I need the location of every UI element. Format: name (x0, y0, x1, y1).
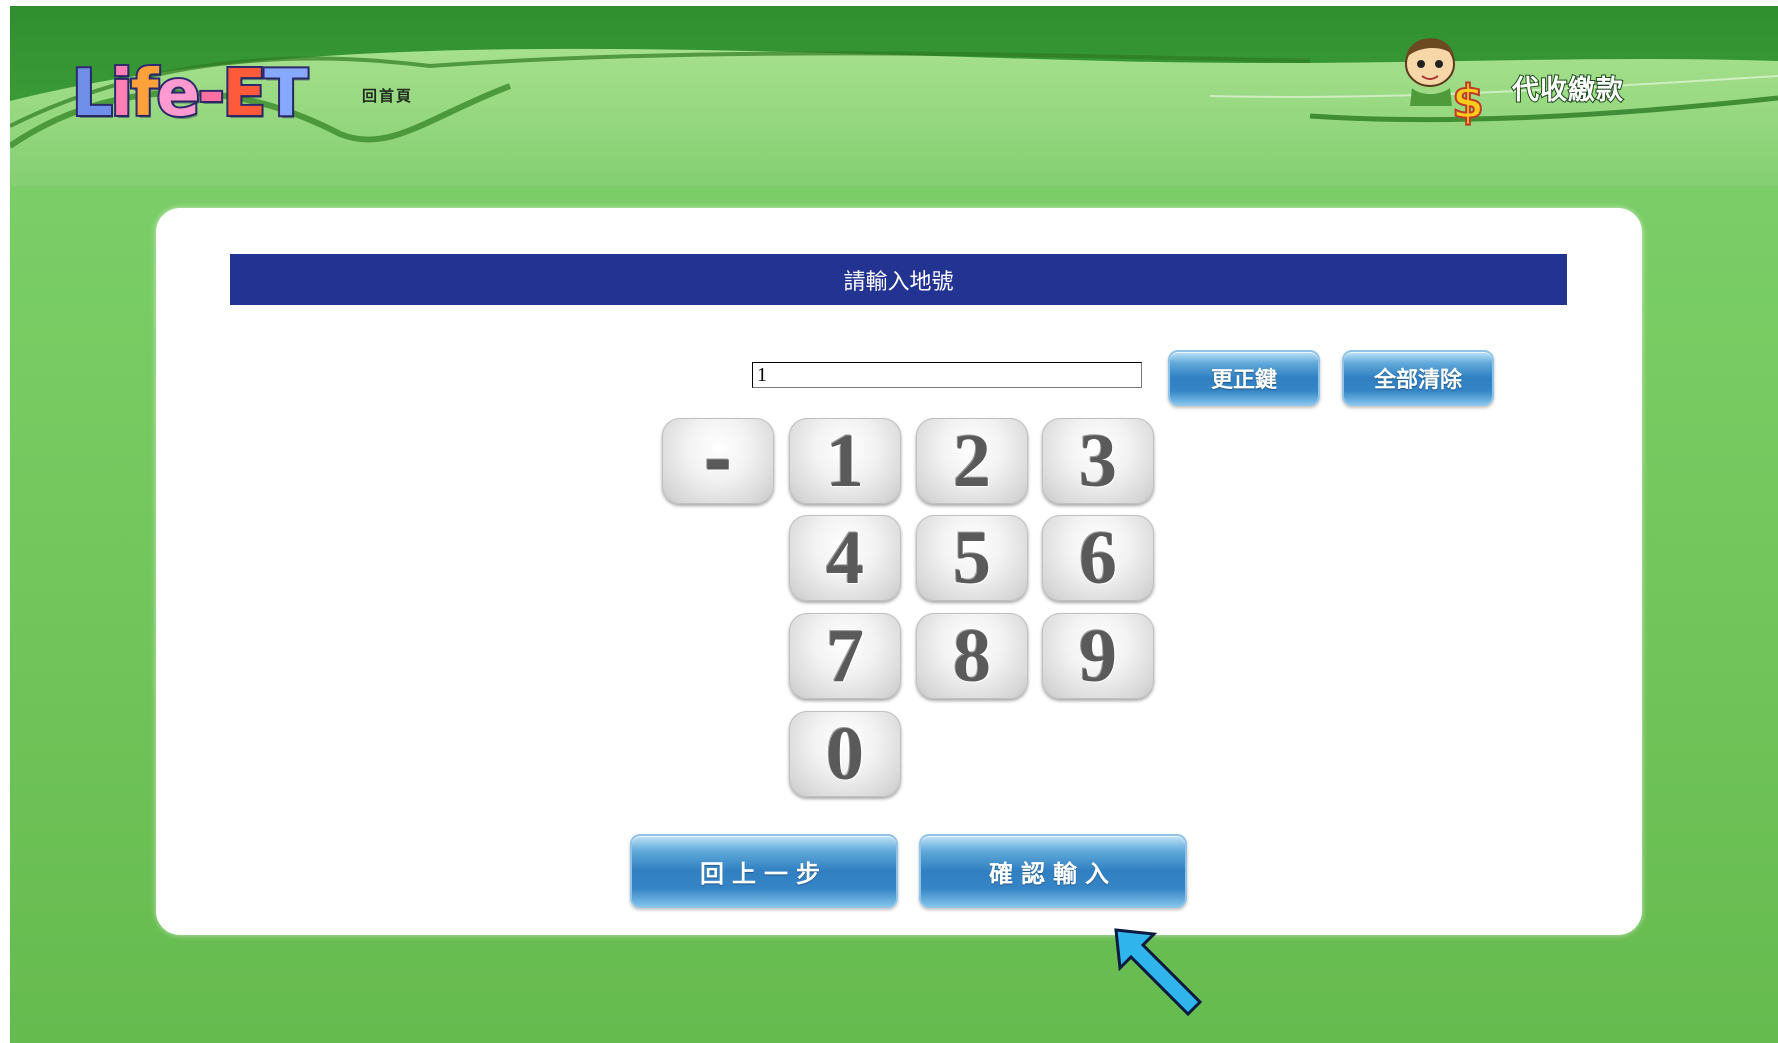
key-7[interactable]: 7 (789, 613, 901, 699)
logo-letter-dash: - (196, 57, 226, 131)
correct-button[interactable]: 更正鍵 (1168, 350, 1320, 406)
land-number-input[interactable] (752, 362, 1142, 388)
logo-letter-i: i (109, 57, 135, 131)
key-4[interactable]: 4 (789, 515, 901, 601)
clear-all-button[interactable]: 全部清除 (1342, 350, 1494, 406)
key-5[interactable]: 5 (916, 515, 1028, 601)
key-9[interactable]: 9 (1042, 613, 1154, 699)
logo-letter-e2: E (221, 57, 269, 131)
key-0[interactable]: 0 (789, 711, 901, 797)
key-8[interactable]: 8 (916, 613, 1028, 699)
entry-panel: 請輸入地號 更正鍵 全部清除 - 1 2 3 4 5 6 7 8 9 0 回上一… (156, 208, 1642, 935)
back-button[interactable]: 回上一步 (630, 834, 898, 908)
header: L i f e - E T 回首頁 $ 代收繳款 (10, 6, 1778, 186)
key-dash[interactable]: - (662, 418, 774, 504)
key-1[interactable]: 1 (789, 418, 901, 504)
svg-text:$: $ (1452, 75, 1484, 126)
prompt-text: 請輸入地號 (843, 269, 954, 295)
prompt-bar: 請輸入地號 (230, 254, 1567, 305)
kiosk-screen: L i f e - E T 回首頁 $ 代收繳款 請輸入地號 更正鍵 全部清除 … (10, 6, 1778, 1043)
logo-letter-e: e (155, 57, 202, 131)
home-link[interactable]: 回首頁 (362, 85, 413, 106)
mascot-dollar-icon: $ (1405, 38, 1485, 126)
key-6[interactable]: 6 (1042, 515, 1154, 601)
confirm-input-button[interactable]: 確認輸入 (919, 834, 1187, 908)
life-et-logo[interactable]: L i f e - E T (70, 50, 310, 131)
key-2[interactable]: 2 (916, 418, 1028, 504)
logo-letter-f: f (129, 57, 161, 131)
key-3[interactable]: 3 (1042, 418, 1154, 504)
logo-letter-t: T (262, 57, 310, 131)
service-title: 代收繳款 (1511, 74, 1624, 107)
pointer-arrow-icon (1114, 928, 1203, 1017)
logo-letter-l: L (70, 57, 115, 131)
